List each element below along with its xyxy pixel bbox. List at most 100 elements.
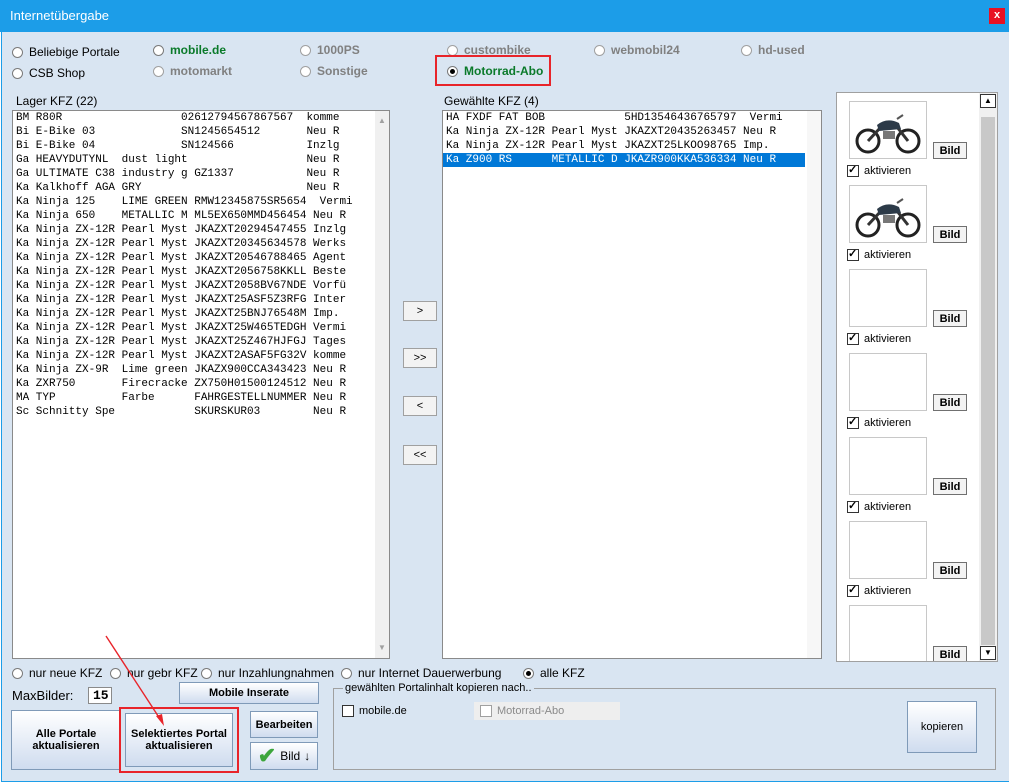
vehicle-image[interactable] (849, 437, 927, 495)
bild-button[interactable]: Bild (933, 646, 967, 661)
list-item[interactable]: Ka Ninja ZX-12R Pearl Myst JKAZXT25Z467H… (13, 335, 389, 349)
list-item[interactable]: Ka Z900 RS METALLIC D JKAZR900KKA536334 … (443, 153, 805, 167)
list-item[interactable]: Ka Ninja ZX-12R Pearl Myst JKAZXT2054678… (13, 251, 389, 265)
radio-dot (300, 65, 311, 77)
radio-dot (741, 44, 752, 56)
aktivieren-checkbox[interactable]: aktivieren (847, 415, 911, 429)
radio-dot (201, 667, 212, 679)
list-item[interactable]: Ka Ninja ZX-12R Pearl Myst JKAZXT25W465T… (13, 321, 389, 335)
bild-download-button[interactable]: ✔ Bild ↓ (250, 742, 318, 770)
copy-mobile-de-checkbox[interactable]: mobile.de (342, 705, 407, 717)
scroll-thumb[interactable] (981, 117, 995, 645)
list-item[interactable]: Ka Ninja ZX-12R Pearl Myst JKAZXT2ASAF5F… (13, 349, 389, 363)
gewaehlt-scrollbar[interactable] (807, 111, 821, 658)
list-item[interactable]: Ka Ninja ZX-12R Pearl Myst JKAZXT2043526… (443, 125, 805, 139)
radio-dot (447, 65, 458, 77)
aktivieren-checkbox[interactable]: aktivieren (847, 583, 911, 597)
bild-button[interactable]: Bild (933, 310, 967, 327)
copy-group-legend: gewählten Portalinhalt kopieren nach.. (343, 682, 534, 694)
list-item[interactable]: Ka Ninja ZX-12R Pearl Myst JKAZXT25LKOO9… (443, 139, 805, 153)
vehicle-image[interactable] (849, 269, 927, 327)
scroll-down-icon[interactable]: ▼ (375, 641, 389, 655)
checkbox-box (847, 415, 859, 429)
radio-mobile-de[interactable]: mobile.de (153, 43, 226, 57)
add-all-button[interactable]: >> (403, 348, 437, 368)
radio-dot (12, 46, 23, 58)
radio-hd-used[interactable]: hd-used (741, 43, 805, 57)
remove-button[interactable]: < (403, 396, 437, 416)
list-item[interactable]: Bi E-Bike 03 SN1245654512 Neu R (13, 125, 389, 139)
scroll-up-icon[interactable]: ▲ (980, 94, 996, 108)
radio-beliebige-portale[interactable]: Beliebige Portale (12, 45, 120, 59)
radio-nur-inzahlungnahmen[interactable]: nur Inzahlungnahmen (201, 666, 334, 680)
list-item[interactable]: Ka ZXR750 Firecracke ZX750H01500124512 N… (13, 377, 389, 391)
close-button[interactable]: x (989, 8, 1005, 24)
copy-group (333, 688, 996, 770)
radio-dot (341, 667, 352, 679)
image-scrollbar[interactable]: ▲ ▼ (979, 93, 997, 661)
list-item[interactable]: Ka Ninja ZX-12R Pearl Myst JKAZXT2029454… (13, 223, 389, 237)
list-item[interactable]: Ga ULTIMATE C38 industry g GZ1337 Neu R (13, 167, 389, 181)
list-item[interactable]: Ka Ninja ZX-9R Lime green JKAZX900CCA343… (13, 363, 389, 377)
lager-list[interactable]: BM R80R 0261279456786756​7 komme Bi E-Bik… (12, 110, 390, 659)
scroll-down-icon[interactable]: ▼ (980, 646, 996, 660)
radio-1000ps[interactable]: 1000PS (300, 43, 360, 57)
checkbox-label: mobile.de (359, 705, 407, 717)
image-panel: Bild aktivieren Bild aktivieren Bild aktivier… (836, 92, 998, 662)
radio-dot (12, 67, 23, 79)
radio-motorrad-abo[interactable]: Motorrad-Abo (447, 64, 543, 78)
radio-alle-kfz[interactable]: alle KFZ (523, 666, 585, 680)
list-item[interactable]: Ka Ninja 125 LIME GREEN RMW12345875SR565… (13, 195, 389, 209)
bild-button[interactable]: Bild (933, 142, 967, 159)
aktivieren-checkbox[interactable]: aktivieren (847, 247, 912, 261)
aktivieren-checkbox[interactable]: aktivieren (847, 163, 912, 177)
list-item[interactable]: Ka Ninja ZX-12R Pearl Myst JKAZXT2058BV6… (13, 279, 389, 293)
list-item[interactable]: Ka Kalkhoff AGA GRY Neu R (13, 181, 389, 195)
checkbox-label: Motorrad-Abo (497, 705, 565, 717)
radio-sonstige[interactable]: Sonstige (300, 64, 368, 78)
window-title: Internetübergabe (10, 8, 110, 23)
list-item[interactable]: Ka Ninja 650 METALLIC M ML5EX650MMD45645… (13, 209, 389, 223)
radio-nur-neue-kfz[interactable]: nur neue KFZ (12, 666, 102, 680)
radio-motomarkt[interactable]: motomarkt (153, 64, 232, 78)
list-item[interactable]: Ka Ninja ZX-12R Pearl Myst JKAZXT25ASF5Z… (13, 293, 389, 307)
list-item[interactable]: Ga HEAVYDUTYNL dust light Neu R (13, 153, 389, 167)
bild-button[interactable]: Bild (933, 394, 967, 411)
add-button[interactable]: > (403, 301, 437, 321)
kopieren-button[interactable]: kopieren (907, 701, 977, 753)
remove-all-button[interactable]: << (403, 445, 437, 465)
list-item[interactable]: Ka Ninja ZX-12R Pearl Myst JKAZXT25BNJ76… (13, 307, 389, 321)
radio-nur-dauerwerbung[interactable]: nur Internet Dauerwerbung (341, 666, 501, 680)
bearbeiten-button[interactable]: Bearbeiten (250, 711, 318, 738)
list-item[interactable]: Sc Schnitty Spe SKURSKUR03 Neu R (13, 405, 389, 419)
vehicle-image[interactable] (849, 101, 927, 159)
vehicle-image[interactable] (849, 521, 927, 579)
lager-list-label: Lager KFZ (22) (16, 94, 98, 108)
list-item[interactable]: HA FXDF FAT BOB 5HD13546436765797 Vermi (443, 111, 805, 125)
radio-csb-shop[interactable]: CSB Shop (12, 66, 85, 80)
bild-button[interactable]: Bild (933, 478, 967, 495)
checkbox-label: aktivieren (864, 165, 912, 177)
mobile-inserate-button[interactable]: Mobile Inserate (179, 682, 319, 704)
checkbox-box (480, 705, 492, 717)
scroll-up-icon[interactable]: ▲ (375, 114, 389, 128)
list-item[interactable]: Ka Ninja ZX-12R Pearl Myst JKAZXT2034563… (13, 237, 389, 251)
list-item[interactable]: BM R80R 0261279456786756​7 komme (13, 111, 389, 125)
bild-button[interactable]: Bild (933, 562, 967, 579)
vehicle-image[interactable] (849, 353, 927, 411)
aktivieren-checkbox[interactable]: aktivieren (847, 331, 911, 345)
lager-scrollbar[interactable]: ▲ ▼ (375, 111, 389, 658)
gewaehlt-list[interactable]: HA FXDF FAT BOB 5HD13546436765797 Vermi K… (442, 110, 822, 659)
vehicle-image[interactable] (849, 185, 927, 243)
vehicle-image[interactable] (849, 605, 927, 661)
list-item[interactable]: MA TYP Farbe FAHRGESTELLNUMMER Neu R (13, 391, 389, 405)
aktivieren-checkbox[interactable]: aktivieren (847, 499, 911, 513)
bild-button[interactable]: Bild (933, 226, 967, 243)
radio-dot (153, 44, 164, 56)
checkbox-box (847, 583, 859, 597)
list-item[interactable]: Ka Ninja ZX-12R Pearl Myst JKAZXT2056758… (13, 265, 389, 279)
title-bar: Internetübergabe x (0, 0, 1009, 32)
radio-webmobil24[interactable]: webmobil24 (594, 43, 680, 57)
checkbox-label: aktivieren (864, 249, 912, 261)
list-item[interactable]: Bi E-Bike 04 SN124566 Inzlg (13, 139, 389, 153)
